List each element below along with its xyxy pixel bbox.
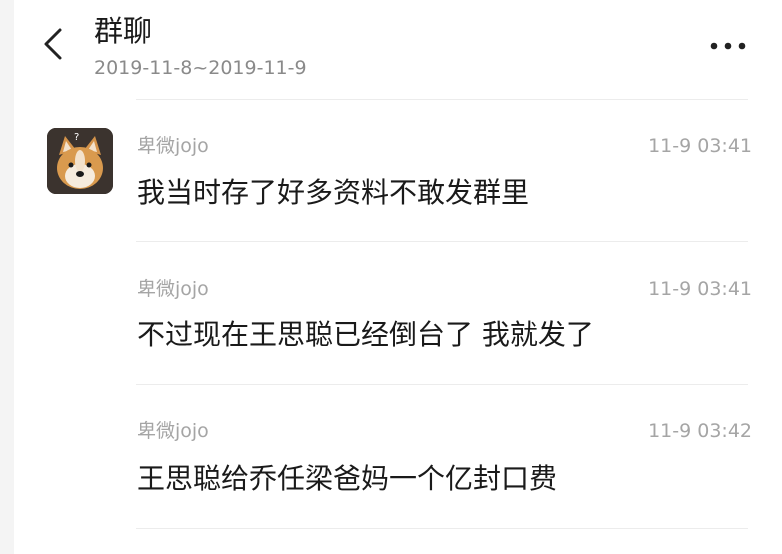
message-time: 11-9 03:41: [648, 278, 752, 300]
message-divider: [136, 528, 748, 529]
svg-text:?: ?: [74, 132, 79, 143]
message-divider: [136, 384, 748, 385]
message-sender: 卑微jojo: [137, 278, 209, 300]
message-divider: [136, 241, 748, 242]
header-divider: [136, 99, 748, 100]
chat-header: 群聊 2019-11-8~2019-11-9: [0, 0, 782, 96]
message-text[interactable]: 我当时存了好多资料不敢发群里: [137, 174, 529, 212]
message-time: 11-9 03:41: [648, 135, 752, 157]
message-sender: 卑微jojo: [137, 420, 209, 442]
page-title: 群聊: [94, 14, 153, 48]
avatar[interactable]: ?: [47, 128, 113, 194]
message-text[interactable]: 不过现在王思聪已经倒台了 我就发了: [137, 316, 594, 354]
date-range: 2019-11-8~2019-11-9: [94, 57, 307, 79]
message-sender: 卑微jojo: [137, 135, 209, 157]
message-time: 11-9 03:42: [648, 420, 752, 442]
more-dots-icon[interactable]: [706, 36, 750, 56]
chevron-left-icon[interactable]: [38, 26, 70, 62]
message-text[interactable]: 王思聪给乔任梁爸妈一个亿封口费: [137, 460, 557, 498]
